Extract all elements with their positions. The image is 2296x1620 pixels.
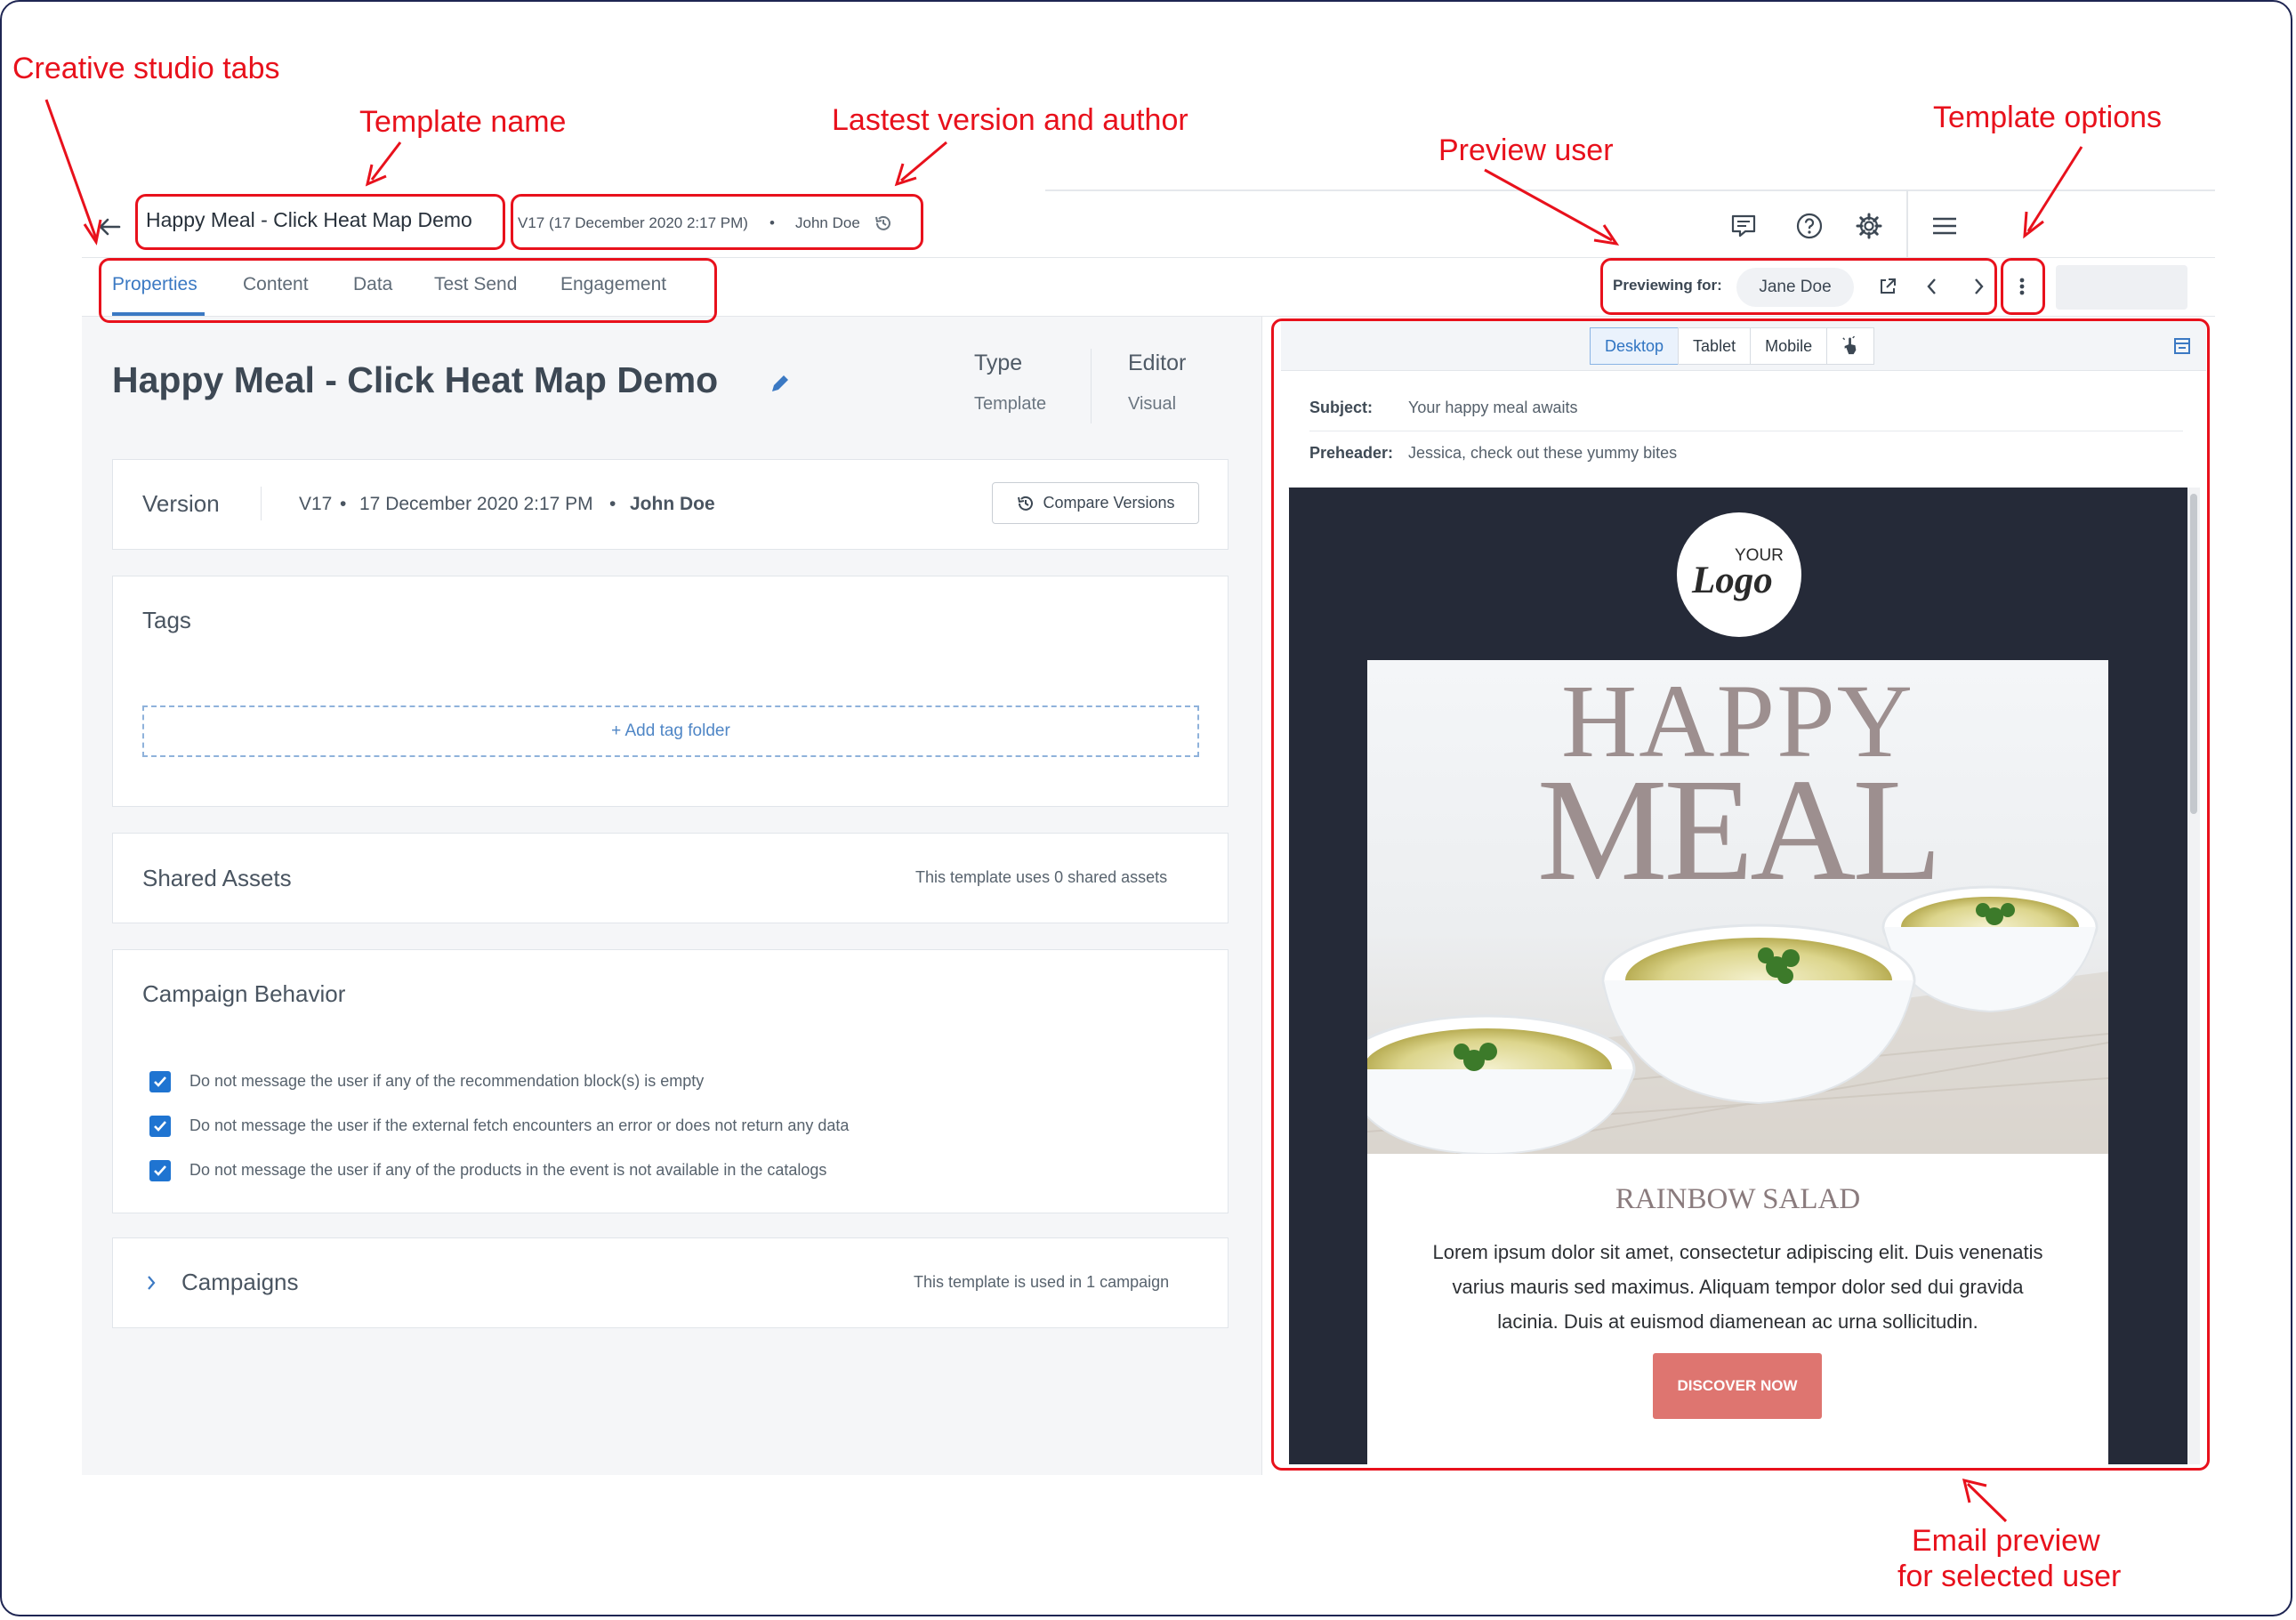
comment-icon[interactable] xyxy=(1728,210,1760,242)
annotation-latest-version: Lastest version and author xyxy=(832,103,1188,137)
gear-icon[interactable] xyxy=(1853,210,1885,242)
help-icon[interactable] xyxy=(1793,210,1825,242)
check-icon xyxy=(154,1076,166,1087)
shared-assets-label: Shared Assets xyxy=(142,865,292,891)
top-divider xyxy=(1045,189,2215,191)
meta-divider xyxy=(1091,349,1092,423)
annotation-box-template-name xyxy=(135,194,505,250)
annotation-box-version xyxy=(511,194,923,250)
tags-label: Tags xyxy=(142,607,191,633)
annotation-box-preview-user xyxy=(1600,258,1997,315)
menu-icon[interactable] xyxy=(1929,210,1961,242)
compare-versions-label: Compare Versions xyxy=(1043,494,1175,512)
version-author: John Doe xyxy=(630,494,715,514)
shared-assets-info: This template uses 0 shared assets xyxy=(915,868,1168,886)
campaign-behavior-label: Campaign Behavior xyxy=(142,980,346,1007)
editor-label: Editor xyxy=(1128,351,1187,375)
type-value: Template xyxy=(974,394,1047,414)
check-icon xyxy=(154,1121,166,1132)
annotation-template-options: Template options xyxy=(1933,101,2163,134)
campaigns-info: This template is used in 1 campaign xyxy=(914,1273,1170,1291)
version-date: 17 December 2020 2:17 PM xyxy=(359,494,593,514)
campaigns-label[interactable]: Campaigns xyxy=(181,1269,299,1296)
back-arrow-icon[interactable] xyxy=(94,212,125,242)
checkbox-empty-recommendation[interactable] xyxy=(149,1071,171,1092)
chevron-right-small-icon[interactable] xyxy=(142,1272,160,1294)
history-icon xyxy=(1018,496,1034,511)
version-label: Version xyxy=(142,490,220,517)
page-title: Happy Meal - Click Heat Map Demo xyxy=(112,359,719,400)
tags-card xyxy=(112,576,1229,807)
version-dot-2: • xyxy=(609,494,616,514)
check-label-2: Do not message the user if the external … xyxy=(189,1116,850,1134)
annotation-box-template-options xyxy=(2001,258,2045,315)
annotation-box-tabs xyxy=(99,258,717,323)
annotation-template-name: Template name xyxy=(359,105,567,139)
annotation-box-email-preview xyxy=(1271,318,2210,1471)
annotation-email-preview-line1: Email preview xyxy=(1912,1524,2100,1558)
toolbar-divider xyxy=(1906,189,1908,258)
type-label: Type xyxy=(974,351,1023,375)
annotation-email-preview-line2: for selected user xyxy=(1897,1560,2122,1593)
editor-value: Visual xyxy=(1128,394,1177,414)
add-tag-folder-button[interactable]: + Add tag folder xyxy=(142,705,1199,757)
compare-versions-button[interactable]: Compare Versions xyxy=(992,482,1199,524)
version-value: V17 xyxy=(299,494,333,514)
version-dot-1: • xyxy=(340,494,347,514)
checkbox-external-fetch[interactable] xyxy=(149,1116,171,1137)
check-label-1: Do not message the user if any of the re… xyxy=(189,1072,705,1090)
version-divider xyxy=(261,487,262,520)
check-label-3: Do not message the user if any of the pr… xyxy=(189,1161,827,1179)
checkbox-products-unavailable[interactable] xyxy=(149,1160,171,1181)
annotation-preview-user: Preview user xyxy=(1438,133,1614,167)
check-icon xyxy=(154,1165,166,1176)
pencil-icon[interactable] xyxy=(767,370,794,397)
annotation-creative-studio-tabs: Creative studio tabs xyxy=(12,52,280,85)
save-button-disabled[interactable] xyxy=(2056,265,2187,310)
